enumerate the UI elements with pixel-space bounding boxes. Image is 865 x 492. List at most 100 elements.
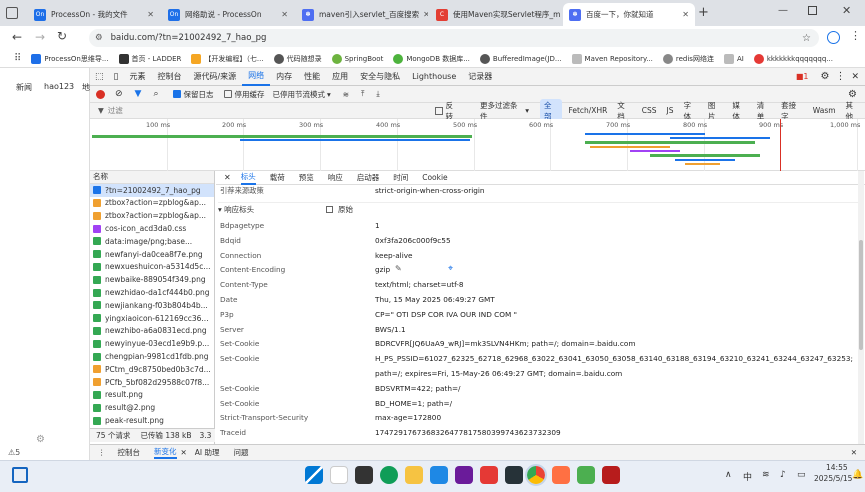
devtools-tab-memory[interactable]: 内存: [270, 68, 298, 86]
bookmark-star-icon[interactable]: ☆: [802, 33, 811, 44]
forward-icon[interactable]: →: [35, 30, 45, 44]
filter-input[interactable]: 过滤: [108, 105, 435, 116]
request-row[interactable]: result@2.png: [90, 401, 214, 414]
page-link-map[interactable]: 地: [82, 82, 90, 93]
minimize-icon[interactable]: —: [778, 5, 788, 16]
devtools-tab-lighthouse[interactable]: Lighthouse: [406, 68, 462, 86]
devtools-tab-recorder[interactable]: 记录器: [462, 68, 498, 86]
browser-tab-1[interactable]: On ProcessOn - 我的文件 ✕: [28, 3, 160, 26]
bookmark-item[interactable]: MongoDB 数据库...: [393, 53, 470, 64]
devtools-tab-application[interactable]: 应用: [326, 68, 354, 86]
back-icon[interactable]: ←: [12, 30, 22, 44]
battery-icon[interactable]: ▭: [797, 470, 806, 480]
edge-icon[interactable]: [380, 466, 398, 484]
filter-chip-fetch[interactable]: Fetch/XHR: [564, 105, 611, 116]
drawer-tab-issues[interactable]: 问题: [234, 447, 249, 458]
export-icon[interactable]: ⤓: [376, 89, 379, 99]
chrome-icon[interactable]: [525, 464, 547, 486]
detail-tab-payload[interactable]: 载荷: [270, 172, 285, 183]
raw-checkbox[interactable]: [326, 206, 333, 213]
bookmark-item[interactable]: ProcessOn思维导...: [31, 53, 109, 64]
menu-icon[interactable]: ⋮: [850, 29, 861, 42]
request-row[interactable]: newzhibo-a6a0831ecd.png: [90, 325, 214, 338]
filter-chip-wasm[interactable]: Wasm: [809, 105, 840, 116]
request-row[interactable]: newyinyue-03ecd1e9b9.p...: [90, 337, 214, 350]
invert-checkbox[interactable]: [434, 106, 443, 115]
request-row[interactable]: newbaike-889054f349.png: [90, 273, 214, 286]
edit-icon[interactable]: ✎: [395, 264, 402, 273]
bookmark-item[interactable]: kkkkkkkqqqqqqq...: [753, 53, 833, 64]
filter-chip-js[interactable]: JS: [662, 105, 677, 116]
wifi-icon[interactable]: ≋: [343, 90, 349, 99]
devtools-tab-performance[interactable]: 性能: [298, 68, 326, 86]
browser-tab-4[interactable]: C 使用Maven实现Servlet程序_m ✕: [430, 3, 562, 26]
drawer-tab-whatsnew[interactable]: 新变化: [154, 446, 177, 459]
notification-icon[interactable]: 🔔: [852, 470, 863, 480]
bookmark-item[interactable]: AI: [723, 53, 744, 64]
request-row[interactable]: newfanyi-da0cea8f7e.png: [90, 248, 214, 261]
request-row[interactable]: newxueshuicon-a5314d5c...: [90, 261, 214, 274]
request-row[interactable]: PCfb_5bf082d29588c07f8...: [90, 376, 214, 389]
network-timeline[interactable]: 100 ms 200 ms 300 ms 400 ms 500 ms 600 m…: [90, 119, 865, 171]
widgets-icon[interactable]: [12, 467, 28, 483]
request-list-header[interactable]: 名称: [90, 171, 214, 184]
clear-icon[interactable]: ⊘: [115, 89, 123, 99]
search-icon[interactable]: [330, 466, 348, 484]
throttle-select[interactable]: 已停用节流模式: [273, 89, 326, 100]
filter-chip-css[interactable]: CSS: [638, 105, 661, 116]
more-icon[interactable]: ⋮: [835, 71, 845, 82]
address-bar[interactable]: ⚙ baidu.com/?tn=21002492_7_hao_pg ☆: [89, 29, 819, 47]
app-icon[interactable]: [602, 466, 620, 484]
devtools-tab-sources[interactable]: 源代码/来源: [187, 68, 242, 86]
browser-tab-3[interactable]: ✽ maven引入servlet_百度搜索 ✕: [296, 3, 428, 26]
request-row[interactable]: yingxiaoicon-612169cc36...: [90, 312, 214, 325]
app-icon[interactable]: [430, 466, 448, 484]
devtools-tab-security[interactable]: 安全与隐私: [354, 68, 406, 86]
clock-time[interactable]: 14:55: [826, 463, 848, 472]
bookmark-item[interactable]: redis网络连: [662, 53, 714, 64]
chevron-down-icon[interactable]: ▾: [525, 106, 529, 115]
bookmark-item[interactable]: BufferedImage(JD...: [479, 53, 562, 64]
file-explorer-icon[interactable]: [405, 466, 423, 484]
request-row[interactable]: data:image/png;base...: [90, 235, 214, 248]
app-icon[interactable]: [455, 466, 473, 484]
detail-tab-cookie[interactable]: Cookie: [422, 173, 447, 182]
device-toolbar-icon[interactable]: ▯: [114, 72, 119, 82]
close-icon[interactable]: ✕: [419, 10, 428, 19]
new-tab-icon[interactable]: +: [698, 5, 709, 20]
request-row[interactable]: ztbox?action=zpblog&ap...: [90, 209, 214, 222]
wifi-icon[interactable]: ≋: [762, 470, 770, 480]
volume-icon[interactable]: ♪: [780, 470, 786, 480]
profile-icon[interactable]: [827, 31, 840, 44]
close-window-icon[interactable]: ✕: [842, 4, 851, 17]
drawer-menu-icon[interactable]: ⋮: [98, 448, 106, 457]
devtools-tab-console[interactable]: 控制台: [151, 68, 187, 86]
close-devtools-icon[interactable]: ✕: [851, 72, 859, 82]
search-icon[interactable]: ⌕: [153, 89, 158, 99]
bookmark-item[interactable]: 【开发编程】（七...: [191, 53, 264, 64]
request-row[interactable]: ?tn=21002492_7_hao_pg: [90, 183, 214, 197]
page-link-news[interactable]: 新闻: [16, 82, 32, 93]
close-icon[interactable]: ✕: [678, 10, 689, 19]
inspect-icon[interactable]: ⬚: [95, 72, 104, 82]
devtools-tab-network[interactable]: 网络: [242, 68, 271, 86]
detail-tab-response[interactable]: 响应: [328, 172, 343, 183]
detail-tab-initiator[interactable]: 启动器: [357, 172, 380, 183]
request-row[interactable]: newzhidao-da1cf444b0.png: [90, 286, 214, 299]
request-row[interactable]: result.png: [90, 389, 214, 402]
detail-tab-timing[interactable]: 时间: [393, 172, 408, 183]
record-icon[interactable]: [96, 89, 105, 99]
network-settings-icon[interactable]: ⚙: [848, 89, 857, 100]
scrollbar-thumb[interactable]: [859, 240, 863, 350]
drawer-tab-console[interactable]: 控制台: [118, 447, 141, 458]
import-icon[interactable]: ⤒: [361, 89, 364, 99]
bookmark-item[interactable]: SpringBoot: [331, 53, 383, 64]
apps-icon[interactable]: ⠿: [14, 53, 21, 64]
maximize-icon[interactable]: [808, 6, 817, 15]
bookmark-item[interactable]: Maven Repository...: [571, 53, 653, 64]
app-icon[interactable]: [505, 466, 523, 484]
tray-chevron-icon[interactable]: ∧: [725, 470, 732, 480]
bookmark-item[interactable]: 首页 - LADDER: [118, 53, 181, 64]
browser-tab-5-active[interactable]: ✽ 百度一下，你就知道 ✕: [563, 3, 695, 26]
app-icon[interactable]: [552, 466, 570, 484]
